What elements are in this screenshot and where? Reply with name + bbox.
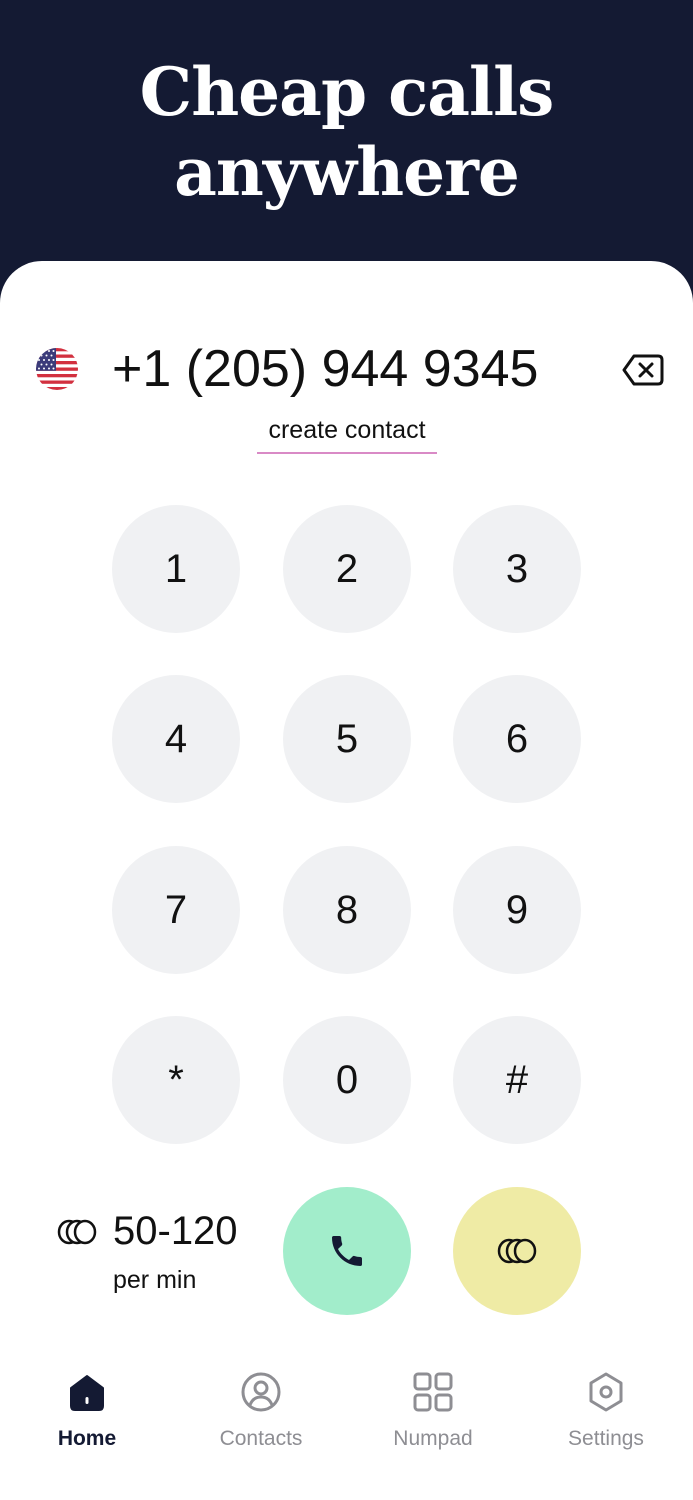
nav-item-home[interactable]: Home [22, 1370, 152, 1460]
rate-unit: per min [113, 1266, 197, 1294]
key-7[interactable]: 7 [112, 846, 240, 974]
credits-button[interactable] [453, 1187, 581, 1315]
nav-label-numpad: Numpad [393, 1427, 473, 1450]
key-6[interactable]: 6 [453, 675, 581, 803]
nav-label-contacts: Contacts [219, 1427, 303, 1450]
key-1[interactable]: 1 [112, 505, 240, 633]
hexagon-gear-icon [589, 1372, 623, 1412]
key-4[interactable]: 4 [112, 675, 240, 803]
nav-item-settings[interactable]: Settings [541, 1370, 671, 1460]
hero-header: Cheap calls anywhere [0, 0, 693, 300]
key-2[interactable]: 2 [283, 505, 411, 633]
grid-icon [413, 1372, 453, 1412]
key-0[interactable]: 0 [283, 1016, 411, 1144]
create-contact-link[interactable]: create contact [257, 412, 437, 454]
hero-title-line1: Cheap calls [139, 53, 555, 131]
us-flag-icon[interactable] [36, 348, 78, 390]
credits-icon [497, 1238, 537, 1264]
nav-label-home: Home [57, 1427, 117, 1450]
nav-label-settings: Settings [568, 1427, 644, 1450]
rate-value: 50-120 [113, 1209, 238, 1253]
hero-title-line2: anywhere [174, 133, 520, 211]
credits-icon [57, 1219, 97, 1245]
nav-item-numpad[interactable]: Numpad [368, 1370, 498, 1460]
phone-icon [332, 1236, 362, 1266]
phone-number-display[interactable]: +1 (205) 944 9345 [112, 336, 592, 402]
key-8[interactable]: 8 [283, 846, 411, 974]
contact-circle-icon [241, 1372, 281, 1412]
key-hash[interactable]: # [453, 1016, 581, 1144]
nav-item-contacts[interactable]: Contacts [196, 1370, 326, 1460]
home-icon [70, 1375, 104, 1411]
call-button[interactable] [283, 1187, 411, 1315]
key-star[interactable]: * [112, 1016, 240, 1144]
backspace-icon[interactable] [622, 353, 664, 387]
key-3[interactable]: 3 [453, 505, 581, 633]
key-5[interactable]: 5 [283, 675, 411, 803]
key-9[interactable]: 9 [453, 846, 581, 974]
hero-title: Cheap calls anywhere [0, 52, 693, 212]
